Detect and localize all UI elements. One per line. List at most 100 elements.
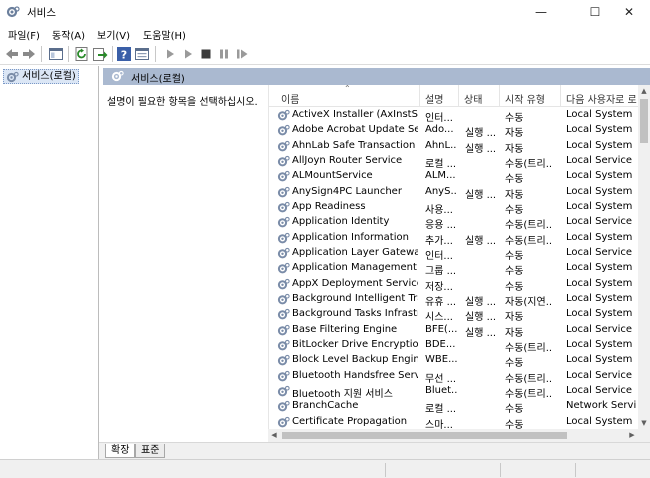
horizontal-scroll-thumb[interactable] xyxy=(282,432,567,439)
service-logon-as: Local System xyxy=(566,338,633,350)
service-row[interactable]: AhnLab Safe Transaction S... AhnL... 실행 ..… xyxy=(269,139,639,155)
service-startup-type: 자동(지연... xyxy=(505,296,551,308)
service-logon-as: Local System xyxy=(566,185,633,197)
service-row[interactable]: AnySign4PC Launcher AnyS... 실행 ... 자동 Local … xyxy=(269,185,639,201)
service-startup-type: 수동 xyxy=(505,358,524,370)
column-header-description[interactable]: 설명 xyxy=(425,91,443,106)
service-row[interactable]: Background Tasks Infrastru... 시스... 실행 ...… xyxy=(269,307,639,323)
service-description: BFE(... xyxy=(425,323,457,335)
menu-view[interactable]: 보기(V) xyxy=(97,27,130,42)
service-row[interactable]: App Readiness 사용... 수동 Local System xyxy=(269,200,639,216)
service-name: Bluetooth Handsfree Service xyxy=(292,369,418,381)
scroll-up-arrow-icon[interactable]: ▲ xyxy=(638,85,650,97)
service-description: 그룹 ... xyxy=(425,266,457,278)
service-logon-as: Local System xyxy=(566,292,633,304)
minimize-button[interactable]: — xyxy=(519,0,563,24)
properties-icon[interactable] xyxy=(134,46,150,62)
forward-icon[interactable] xyxy=(21,46,37,62)
service-row[interactable]: BranchCache 로컬 ... 수동 Network Service xyxy=(269,399,639,415)
service-description: 인터... xyxy=(425,250,453,262)
service-row[interactable]: Bluetooth Handsfree Service 무선 ... 수동(트리..… xyxy=(269,369,639,385)
service-description: AhnL... xyxy=(425,139,457,151)
refresh-icon[interactable] xyxy=(74,46,90,62)
service-row[interactable]: ALMountService ALM... 수동 Local System xyxy=(269,169,639,186)
service-row[interactable]: ActiveX Installer (AxInstSV) 인터... 수동 Local… xyxy=(269,108,639,124)
column-header-startup-type[interactable]: 시작 유형 xyxy=(505,91,545,106)
service-row[interactable]: Bluetooth 지원 서비스 Bluet... 수동(트리... Local Se… xyxy=(269,384,639,400)
column-header-status[interactable]: 상태 xyxy=(464,91,482,106)
service-startup-type: 수동 xyxy=(505,281,524,293)
service-row[interactable]: Base Filtering Engine BFE(... 실행 ... 자동 Loca… xyxy=(269,323,639,339)
start-service-icon[interactable] xyxy=(162,46,178,62)
menu-file[interactable]: 파일(F) xyxy=(8,27,40,42)
service-row[interactable]: Application Information 추가... 실행 ... 수동(트리.… xyxy=(269,231,639,247)
service-gear-icon xyxy=(277,355,290,366)
service-logon-as: Local Service xyxy=(566,216,633,228)
service-gear-icon xyxy=(277,370,290,381)
service-row[interactable]: Application Identity 응용 ... 수동(트리... Local … xyxy=(269,215,639,231)
vertical-scrollbar[interactable]: ▲ ▼ xyxy=(638,85,650,429)
service-gear-icon xyxy=(277,155,290,167)
service-name: ActiveX Installer (AxInstSV) xyxy=(292,109,418,120)
column-divider[interactable] xyxy=(458,85,459,107)
service-startup-type: 자동 xyxy=(505,128,524,140)
service-description: 인터... xyxy=(425,113,453,124)
tab-standard[interactable]: 표준 xyxy=(135,444,166,458)
view-tabs: 확장 표준 xyxy=(99,442,650,459)
menu-help[interactable]: 도움말(H) xyxy=(143,27,186,42)
service-name: Application Information xyxy=(292,231,409,243)
service-row[interactable]: Adobe Acrobat Update Ser... Ado... 실행 ... 자… xyxy=(269,123,639,140)
show-hide-tree-icon[interactable] xyxy=(48,46,64,62)
scroll-down-arrow-icon[interactable]: ▼ xyxy=(638,417,650,429)
column-header-logon-as[interactable]: 다음 사용자로 로 xyxy=(566,91,637,106)
service-row[interactable]: Block Level Backup Engine ... WBE... 수동 Loc… xyxy=(269,353,639,370)
service-logon-as: Local System xyxy=(566,415,633,427)
service-row[interactable]: BitLocker Drive Encryption ... BDE... 수동(트… xyxy=(269,338,639,354)
menu-action[interactable]: 동작(A) xyxy=(52,27,85,42)
service-description: WBE... xyxy=(425,354,457,366)
stop-service-icon[interactable] xyxy=(198,46,214,62)
restart-service-icon[interactable] xyxy=(234,46,250,62)
vertical-scroll-thumb[interactable] xyxy=(640,99,648,143)
service-gear-icon xyxy=(277,401,290,412)
service-row[interactable]: AllJoyn Router Service 로컬 ... 수동(트리... Loca… xyxy=(269,154,639,170)
service-name: AppX Deployment Service ... xyxy=(292,277,418,289)
close-button[interactable]: ✕ xyxy=(607,0,650,24)
scroll-left-arrow-icon[interactable]: ◀ xyxy=(268,429,280,442)
toolbar-separator xyxy=(68,46,69,62)
service-gear-icon xyxy=(277,293,290,305)
service-gear-icon xyxy=(277,324,290,335)
tree-item-services-local[interactable]: 서비스(로컬) xyxy=(3,69,79,84)
title-bar: 서비스 — ☐ ✕ xyxy=(0,0,650,24)
service-row[interactable]: AppX Deployment Service ... 저장... 수동 Local … xyxy=(269,277,639,293)
service-row[interactable]: Application Management 그룹 ... 수동 Local Syst… xyxy=(269,261,639,278)
service-name: Application Management xyxy=(292,262,417,274)
service-description: Bluet... xyxy=(425,384,457,396)
service-startup-type: 수동 xyxy=(505,174,524,186)
service-row[interactable]: Application Layer Gateway ... 인터... 수동 Loca… xyxy=(269,246,639,262)
service-name: AllJoyn Router Service xyxy=(292,154,403,166)
service-logon-as: Local Service xyxy=(566,154,633,166)
service-startup-type: 수동(트리... xyxy=(505,342,551,354)
services-gear-icon xyxy=(6,71,19,83)
horizontal-scrollbar[interactable]: ◀ ▶ xyxy=(268,429,638,442)
service-row[interactable]: Certificate Propagation 스마... 수동 Local Syst… xyxy=(269,415,639,429)
scroll-right-arrow-icon[interactable]: ▶ xyxy=(626,429,638,442)
column-divider[interactable] xyxy=(419,85,420,107)
service-logon-as: Local System xyxy=(566,170,633,182)
pause-service-icon[interactable] xyxy=(216,46,232,62)
start-service-alt-icon[interactable] xyxy=(180,46,196,62)
service-name: Certificate Propagation xyxy=(292,415,408,427)
service-gear-icon xyxy=(277,385,290,397)
column-divider[interactable] xyxy=(499,85,500,107)
column-divider[interactable] xyxy=(560,85,561,107)
help-icon[interactable]: ? xyxy=(116,46,132,62)
back-icon[interactable] xyxy=(4,46,20,62)
service-status: 실행 ... xyxy=(465,327,497,339)
column-header-name[interactable]: 이름 xyxy=(281,91,299,106)
service-status: 실행 ... xyxy=(465,128,497,140)
export-list-icon[interactable] xyxy=(92,46,108,62)
service-row[interactable]: Background Intelligent Tra... 유휴 ... 실행 ..… xyxy=(269,292,639,308)
status-bar-divider xyxy=(500,463,501,477)
tab-extended[interactable]: 확장 xyxy=(105,444,136,458)
